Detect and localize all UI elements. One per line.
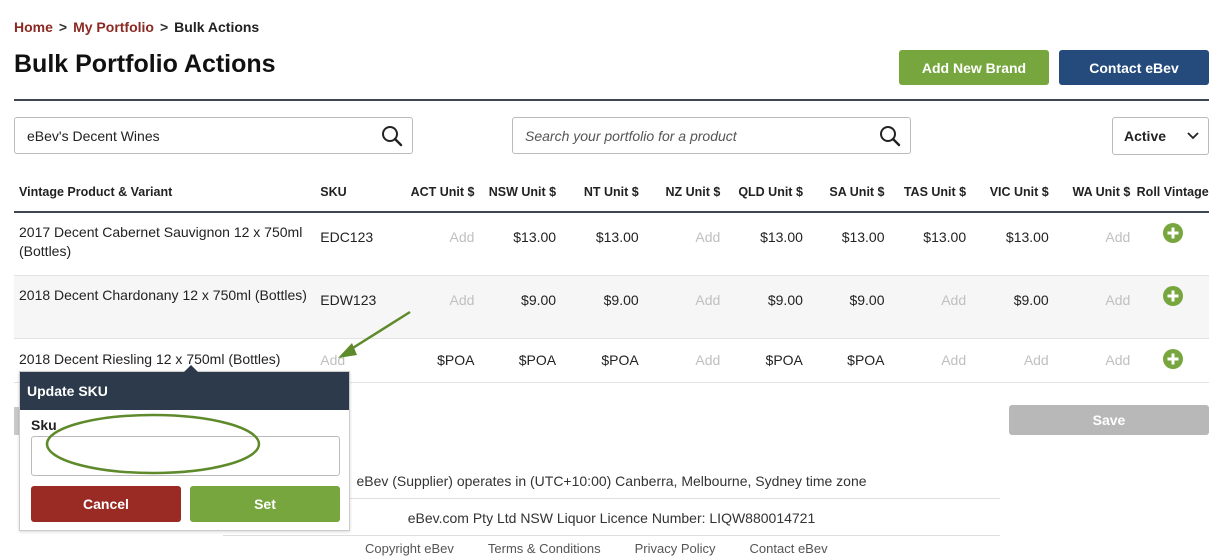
sku-label: Sku <box>31 417 57 433</box>
price-cell[interactable]: Add <box>645 339 720 368</box>
column-header: Vintage Product & Variant <box>14 173 316 213</box>
breadcrumb-home[interactable]: Home <box>14 19 53 35</box>
status-filter-select[interactable]: Active <box>1112 117 1209 155</box>
column-header: ACT Unit $ <box>387 173 481 213</box>
column-header: TAS Unit $ <box>890 173 973 213</box>
product-name: 2018 Decent Riesling 12 x 750ml (Bottles… <box>19 351 281 367</box>
price-cell[interactable]: $9.00 <box>726 276 803 308</box>
price-cell[interactable]: Add <box>1055 339 1130 368</box>
price-cell[interactable]: $13.00 <box>562 213 639 245</box>
column-header: WA Unit $ <box>1054 173 1137 213</box>
price-cell[interactable]: Add <box>645 213 720 245</box>
price-cell[interactable]: $POA <box>809 339 884 368</box>
portfolio-table: Vintage Product & Variant SKU ACT Unit $… <box>14 173 1209 383</box>
price-cell[interactable]: Add <box>388 213 475 245</box>
price-cell[interactable]: $13.00 <box>726 213 803 245</box>
table-row: 2017 Decent Cabernet Sauvignon 12 x 750m… <box>14 212 1209 276</box>
price-cell[interactable]: $9.00 <box>972 276 1049 308</box>
sku-input[interactable] <box>31 436 340 476</box>
search-icon[interactable] <box>372 118 412 153</box>
price-cell[interactable]: $9.00 <box>809 276 884 308</box>
plus-circle-icon[interactable] <box>1162 223 1183 246</box>
column-header: Roll Vintage <box>1136 173 1209 213</box>
save-button[interactable]: Save <box>1009 405 1209 435</box>
sku-cell[interactable]: EDW123 <box>320 276 382 308</box>
price-cell[interactable]: Add <box>1055 213 1130 245</box>
product-name: 2017 Decent Cabernet Sauvignon 12 x 750m… <box>19 224 303 259</box>
breadcrumb-current: Bulk Actions <box>174 19 260 35</box>
breadcrumb-separator: > <box>159 19 169 35</box>
price-cell[interactable]: $13.00 <box>891 213 966 245</box>
breadcrumb-separator: > <box>58 19 68 35</box>
update-sku-popup: Update SKU Sku Cancel Set <box>19 365 350 531</box>
status-filter-value: Active <box>1124 128 1167 144</box>
brand-search-field[interactable]: eBev's Decent Wines <box>14 117 413 154</box>
popup-title: Update SKU <box>20 372 349 410</box>
column-header: SA Unit $ <box>808 173 891 213</box>
price-cell[interactable]: Add <box>1055 276 1130 308</box>
search-icon[interactable] <box>870 118 910 153</box>
table-header-row: Vintage Product & Variant SKU ACT Unit $… <box>14 173 1209 213</box>
price-cell[interactable]: $13.00 <box>809 213 885 245</box>
column-header: NSW Unit $ <box>480 173 563 213</box>
set-button[interactable]: Set <box>190 486 340 522</box>
price-cell[interactable]: $13.00 <box>480 213 556 245</box>
breadcrumb: Home > My Portfolio > Bulk Actions <box>14 19 259 35</box>
cancel-button[interactable]: Cancel <box>31 486 181 522</box>
column-header: VIC Unit $ <box>972 173 1055 213</box>
price-cell[interactable]: $POA <box>388 339 474 368</box>
table-row: 2018 Decent Chardonany 12 x 750ml (Bottl… <box>14 275 1209 339</box>
column-header: NT Unit $ <box>562 173 645 213</box>
sku-cell[interactable]: EDC123 <box>320 213 382 245</box>
plus-circle-icon[interactable] <box>1162 349 1183 372</box>
price-cell[interactable]: $9.00 <box>562 276 639 308</box>
price-cell[interactable]: $POA <box>480 339 556 368</box>
contact-ebev-button[interactable]: Contact eBev <box>1059 50 1209 85</box>
footer-divider <box>223 535 1000 536</box>
column-header: NZ Unit $ <box>644 173 727 213</box>
price-cell[interactable]: $9.00 <box>480 276 556 308</box>
price-cell[interactable]: Add <box>972 339 1049 368</box>
breadcrumb-portfolio[interactable]: My Portfolio <box>73 19 154 35</box>
price-cell[interactable]: $POA <box>726 339 803 368</box>
product-search-field[interactable]: Search your portfolio for a product <box>512 117 911 154</box>
chevron-down-icon <box>1186 128 1200 144</box>
brand-search-value: eBev's Decent Wines <box>27 127 160 144</box>
column-header: QLD Unit $ <box>726 173 809 213</box>
price-cell[interactable]: Add <box>891 276 966 308</box>
product-search-placeholder: Search your portfolio for a product <box>525 127 737 144</box>
price-cell[interactable]: Add <box>388 276 475 308</box>
add-new-brand-button[interactable]: Add New Brand <box>899 50 1049 85</box>
price-cell[interactable]: $POA <box>562 339 638 368</box>
product-name: 2018 Decent Chardonany 12 x 750ml (Bottl… <box>19 287 307 303</box>
popup-caret <box>184 365 198 372</box>
sku-cell[interactable]: Add <box>320 339 382 368</box>
header-divider <box>14 99 1209 101</box>
price-cell[interactable]: $13.00 <box>972 213 1049 245</box>
page-title: Bulk Portfolio Actions <box>14 50 276 78</box>
price-cell[interactable]: Add <box>891 339 966 368</box>
column-header: SKU <box>315 173 388 213</box>
price-cell[interactable]: Add <box>645 276 720 308</box>
plus-circle-icon[interactable] <box>1162 286 1183 309</box>
